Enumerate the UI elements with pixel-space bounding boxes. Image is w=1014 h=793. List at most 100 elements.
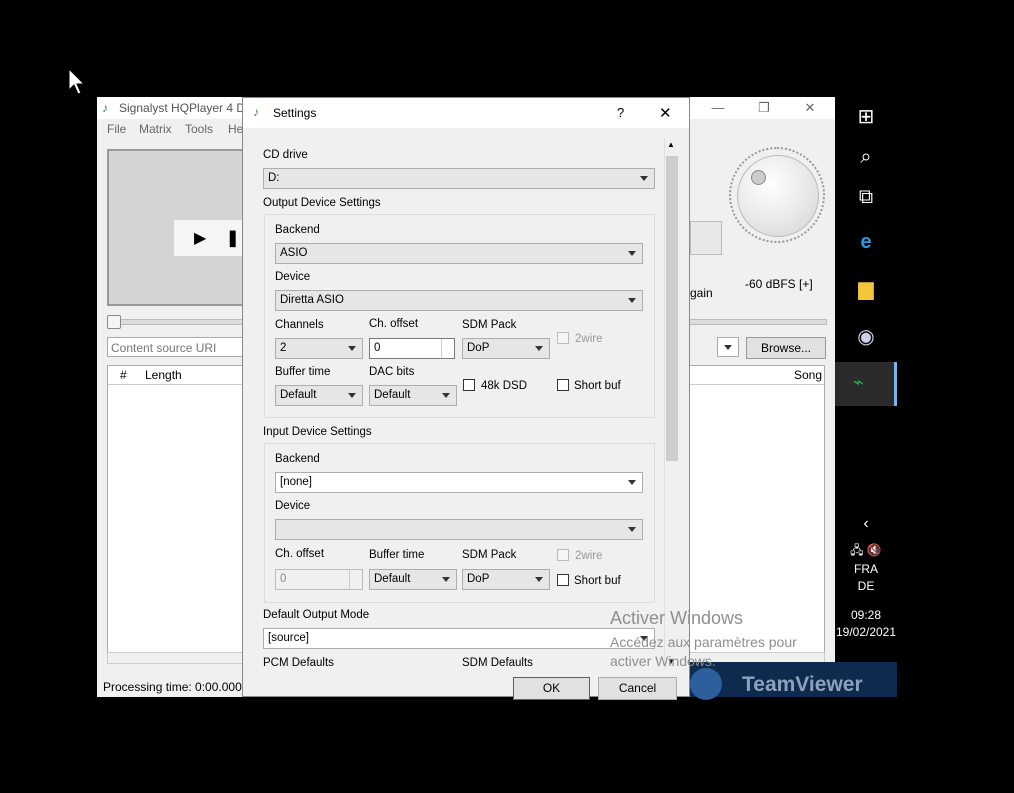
input-sdm-pack-select[interactable]: DoP <box>462 569 550 590</box>
sdm-defaults-label: SDM Defaults <box>462 657 533 669</box>
cd-drive-label: CD drive <box>263 149 308 161</box>
menu-file[interactable]: File <box>107 122 126 136</box>
help-button[interactable]: ? <box>617 105 624 120</box>
language-fra[interactable]: FRA <box>835 562 897 576</box>
chevron-left-icon[interactable]: ‹ <box>835 515 897 533</box>
scrollbar-thumb[interactable] <box>666 156 678 461</box>
output-sdm-pack-label: SDM Pack <box>462 319 517 331</box>
settings-title: Settings <box>273 106 317 120</box>
input-group-label: Input Device Settings <box>263 426 372 438</box>
dsd48k-label: 48k DSD <box>481 380 528 392</box>
chevron-down-icon <box>348 346 356 351</box>
play-icon[interactable]: ▶ <box>194 228 206 248</box>
chevron-down-icon <box>640 176 648 181</box>
input-2wire-checkbox[interactable] <box>557 549 569 561</box>
clock-date[interactable]: 19/02/2021 <box>835 625 897 639</box>
minimize-button[interactable]: — <box>695 97 741 119</box>
scroll-up-icon[interactable]: ▲ <box>667 140 675 149</box>
volume-knob[interactable] <box>737 155 819 237</box>
chevron-down-icon <box>442 577 450 582</box>
maximize-button[interactable]: ❐ <box>741 97 787 119</box>
input-buffer-time-select[interactable]: Default <box>369 569 457 590</box>
input-ch-offset-label: Ch. offset <box>275 548 325 560</box>
input-ch-offset-spinbox[interactable]: 0 <box>275 569 363 590</box>
activation-watermark-subtitle: Accédez aux paramètres pour activer Wind… <box>610 634 797 669</box>
chevron-down-icon <box>628 480 636 485</box>
settings-app-icon: ♪ <box>253 105 259 119</box>
browse-button[interactable]: Browse... <box>746 337 826 359</box>
settings-dialog: ♪ Settings ? ✕ CD drive D: Output Device… <box>242 97 690 700</box>
seek-handle[interactable] <box>107 315 121 329</box>
main-window-title: Signalyst HQPlayer 4 De <box>119 101 252 115</box>
settings-close-button[interactable]: ✕ <box>659 104 672 122</box>
dsd48k-checkbox[interactable] <box>463 379 475 391</box>
channels-label: Channels <box>275 319 324 331</box>
level-readout[interactable]: -60 dBFS [+] <box>745 277 813 291</box>
output-sdm-pack-select[interactable]: DoP <box>462 338 550 359</box>
input-short-buf-label: Short buf <box>574 575 621 587</box>
input-backend-select[interactable]: [none] <box>275 472 643 493</box>
chevron-down-icon <box>628 527 636 532</box>
output-backend-label: Backend <box>275 224 320 236</box>
drive-icon[interactable] <box>690 221 722 255</box>
dac-bits-value: Default <box>374 389 411 401</box>
input-ch-offset-value: 0 <box>280 573 287 585</box>
column-header-length[interactable]: Length <box>145 368 182 382</box>
hqplayer-taskbar-icon[interactable]: ⌁ <box>835 362 897 406</box>
teamviewer-logo-icon <box>690 668 722 700</box>
uri-dropdown-button[interactable] <box>717 337 739 357</box>
channels-select[interactable]: 2 <box>275 338 363 359</box>
clock-time[interactable]: 09:28 <box>835 608 897 622</box>
chevron-down-icon <box>628 298 636 303</box>
chevron-down-icon <box>724 345 732 350</box>
output-device-value: Diretta ASIO <box>280 294 344 306</box>
default-output-mode-label: Default Output Mode <box>263 609 370 621</box>
waveform-icon: ⌁ <box>853 372 864 392</box>
column-header-number[interactable]: # <box>120 368 127 382</box>
ok-button[interactable]: OK <box>513 677 590 700</box>
output-short-buf-checkbox[interactable] <box>557 379 569 391</box>
volume-knob-indicator <box>751 170 766 185</box>
gain-label: gain <box>690 286 713 300</box>
app-circle-icon[interactable]: ◉ <box>835 317 897 357</box>
input-buffer-time-label: Buffer time <box>369 549 425 561</box>
input-backend-value: [none] <box>280 476 312 488</box>
network-speaker-icons[interactable]: 🖧 🔇 <box>835 541 897 562</box>
output-ch-offset-value: 0 <box>374 342 381 354</box>
chevron-down-icon <box>348 393 356 398</box>
content-uri-input[interactable]: Content source URI <box>107 337 257 357</box>
output-ch-offset-label: Ch. offset <box>369 318 419 330</box>
input-short-buf-checkbox[interactable] <box>557 574 569 586</box>
cd-drive-select[interactable]: D: <box>263 168 655 189</box>
menu-tools[interactable]: Tools <box>185 122 213 136</box>
transport-controls: ▶ ❚❚ <box>174 220 253 256</box>
search-icon[interactable]: ⌕ <box>835 137 897 177</box>
output-buffer-time-select[interactable]: Default <box>275 385 363 406</box>
taskbar: ⊞ ⌕ ⧉ e ▆ ◉ ⌁ ‹ 🖧 🔇 FRA DE 09:28 19/02/2… <box>835 97 897 697</box>
output-backend-select[interactable]: ASIO <box>275 243 643 264</box>
input-device-label: Device <box>275 500 311 512</box>
column-header-song[interactable]: Song <box>794 368 822 382</box>
spin-arrows-icon[interactable] <box>349 570 362 589</box>
language-de[interactable]: DE <box>835 579 897 593</box>
output-ch-offset-spinbox[interactable]: 0 <box>369 338 455 359</box>
main-close-button[interactable]: ✕ <box>787 97 833 119</box>
input-device-select[interactable] <box>275 519 643 540</box>
default-output-mode-select[interactable]: [source] <box>263 628 655 649</box>
file-explorer-icon[interactable]: ▆ <box>835 269 897 309</box>
cancel-button[interactable]: Cancel <box>598 677 677 700</box>
task-view-icon[interactable]: ⧉ <box>835 177 897 217</box>
output-backend-value: ASIO <box>280 247 308 259</box>
edge-browser-icon[interactable]: e <box>835 222 897 262</box>
cd-drive-value: D: <box>268 172 280 184</box>
dac-bits-select[interactable]: Default <box>369 385 457 406</box>
windows-start-icon[interactable]: ⊞ <box>835 97 897 137</box>
spin-arrows-icon[interactable] <box>441 339 454 358</box>
default-output-mode-value: [source] <box>268 632 309 644</box>
mouse-cursor-icon <box>68 68 86 95</box>
output-2wire-checkbox[interactable] <box>557 332 569 344</box>
menu-matrix[interactable]: Matrix <box>139 122 172 136</box>
output-group-label: Output Device Settings <box>263 197 381 209</box>
output-device-select[interactable]: Diretta ASIO <box>275 290 643 311</box>
settings-title-bar: ♪ Settings ? ✕ <box>243 98 689 128</box>
